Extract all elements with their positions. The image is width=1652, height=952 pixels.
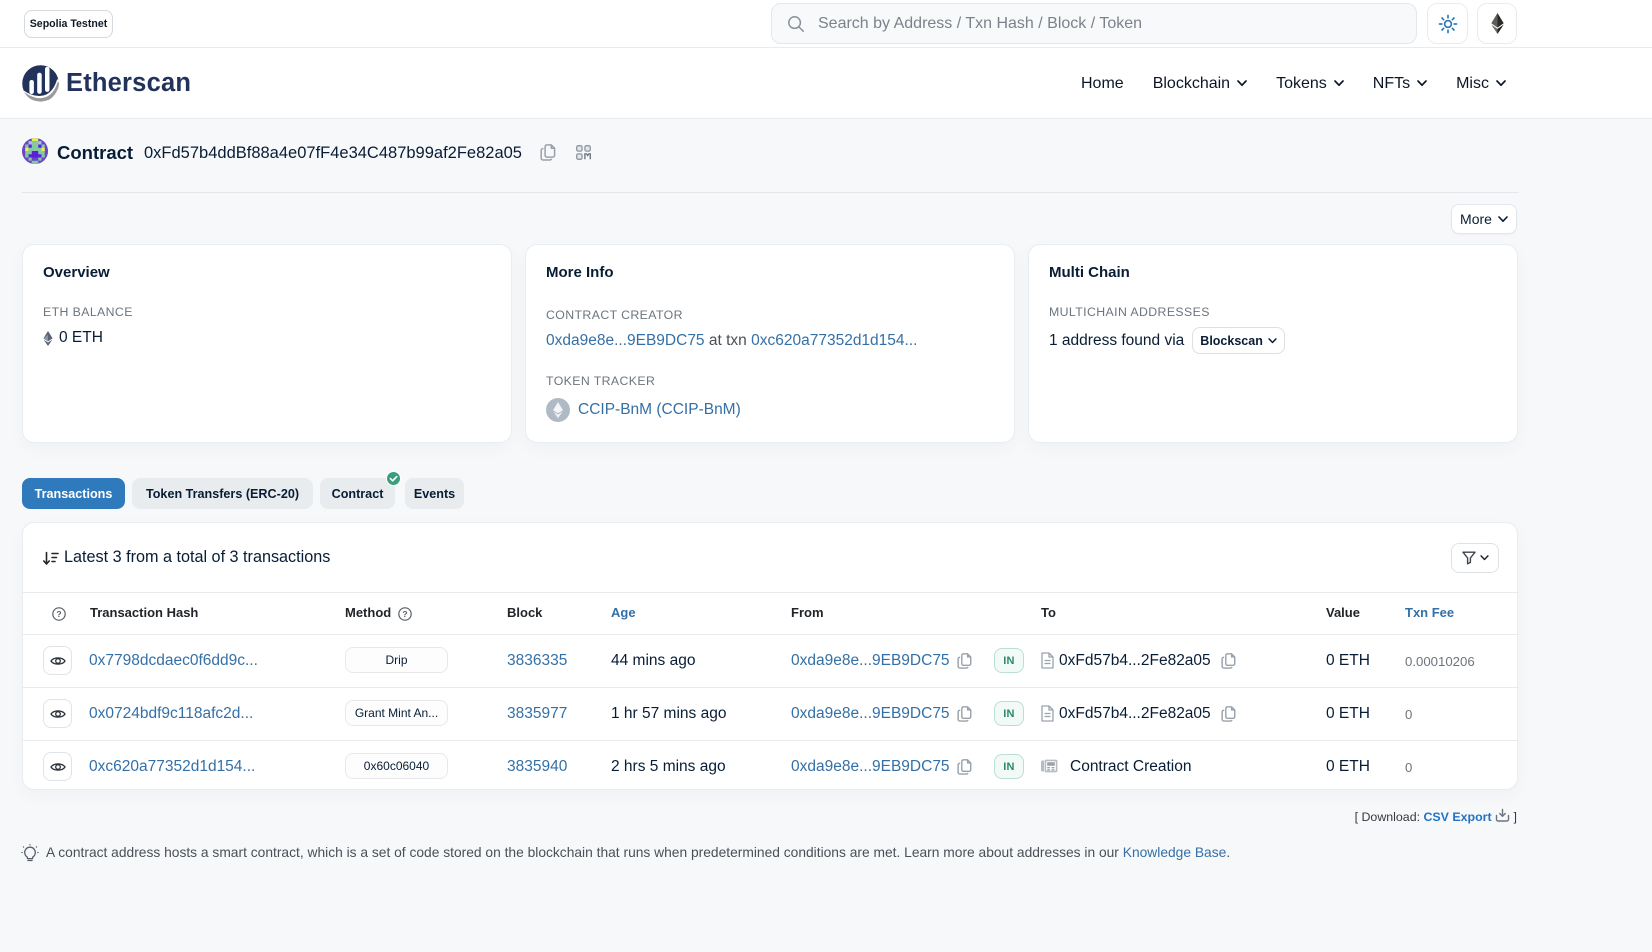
svg-text:?: ?	[56, 609, 61, 619]
svg-text:?: ?	[402, 609, 407, 619]
